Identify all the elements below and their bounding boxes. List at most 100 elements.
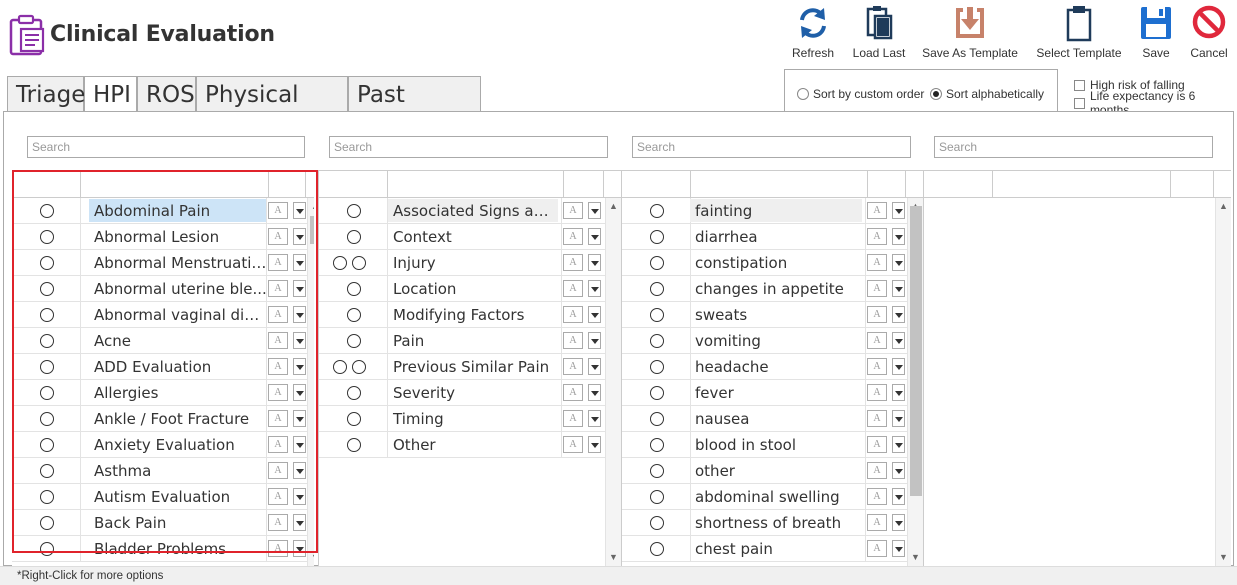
note-icon[interactable]: A xyxy=(268,384,288,401)
note-icon[interactable]: A xyxy=(563,306,583,323)
list-item[interactable]: Bladder Problems A xyxy=(12,536,307,562)
select-circle-icon[interactable] xyxy=(40,204,54,218)
list-item[interactable]: Abdominal Pain A xyxy=(12,198,307,224)
vertical-scrollbar[interactable]: ▲▼ xyxy=(907,198,923,567)
chevron-down-icon[interactable] xyxy=(892,488,905,505)
chevron-down-icon[interactable] xyxy=(892,280,905,297)
select-circle-icon[interactable] xyxy=(650,516,664,530)
chevron-down-icon[interactable] xyxy=(892,384,905,401)
select-circle-icon[interactable] xyxy=(650,308,664,322)
sort-alpha-radio[interactable]: Sort alphabetically xyxy=(930,87,1044,101)
chevron-down-icon[interactable] xyxy=(892,254,905,271)
tab-triage[interactable]: Triage xyxy=(7,76,85,112)
refresh-button[interactable]: Refresh xyxy=(790,4,836,64)
note-icon[interactable]: A xyxy=(867,280,887,297)
list-item[interactable]: constipation A xyxy=(622,250,907,276)
list-item[interactable]: Abnormal Lesion A xyxy=(12,224,307,250)
note-icon[interactable]: A xyxy=(867,358,887,375)
cancel-button[interactable]: Cancel xyxy=(1188,4,1230,64)
note-icon[interactable]: A xyxy=(867,228,887,245)
note-icon[interactable]: A xyxy=(563,358,583,375)
chevron-down-icon[interactable] xyxy=(293,332,306,349)
note-icon[interactable]: A xyxy=(268,358,288,375)
select-circle-icon[interactable] xyxy=(352,360,366,374)
list-item[interactable]: chest pain A xyxy=(622,536,907,562)
chevron-down-icon[interactable] xyxy=(293,254,306,271)
list-item[interactable]: Abnormal vaginal disc... A xyxy=(12,302,307,328)
scroll-up-icon[interactable]: ▲ xyxy=(609,201,618,211)
note-icon[interactable]: A xyxy=(268,254,288,271)
list-item[interactable]: nausea A xyxy=(622,406,907,432)
note-icon[interactable]: A xyxy=(268,410,288,427)
select-circle-icon[interactable] xyxy=(347,230,361,244)
select-circle-icon[interactable] xyxy=(40,308,54,322)
list-item[interactable]: Anxiety Evaluation A xyxy=(12,432,307,458)
note-icon[interactable]: A xyxy=(268,540,288,557)
select-circle-icon[interactable] xyxy=(650,438,664,452)
chevron-down-icon[interactable] xyxy=(293,488,306,505)
chevron-down-icon[interactable] xyxy=(293,228,306,245)
select-circle-icon[interactable] xyxy=(650,230,664,244)
list-item[interactable]: sweats A xyxy=(622,302,907,328)
chevron-down-icon[interactable] xyxy=(588,254,601,271)
list-item[interactable]: headache A xyxy=(622,354,907,380)
chevron-down-icon[interactable] xyxy=(293,436,306,453)
scroll-down-icon[interactable]: ▼ xyxy=(911,552,920,562)
list-item[interactable]: Ankle / Foot Fracture A xyxy=(12,406,307,432)
list-item[interactable]: Asthma A xyxy=(12,458,307,484)
scroll-thumb[interactable] xyxy=(910,206,922,496)
note-icon[interactable]: A xyxy=(563,280,583,297)
tab-past-history[interactable]: Past History xyxy=(348,76,481,144)
scroll-thumb[interactable] xyxy=(310,216,314,244)
tab-ros[interactable]: ROS xyxy=(137,76,196,112)
select-circle-icon[interactable] xyxy=(333,256,347,270)
chevron-down-icon[interactable] xyxy=(293,306,306,323)
select-circle-icon[interactable] xyxy=(347,438,361,452)
select-circle-icon[interactable] xyxy=(650,360,664,374)
scroll-up-icon[interactable]: ▲ xyxy=(311,201,314,211)
select-circle-icon[interactable] xyxy=(40,256,54,270)
select-circle-icon[interactable] xyxy=(650,464,664,478)
note-icon[interactable]: A xyxy=(867,332,887,349)
select-circle-icon[interactable] xyxy=(650,542,664,556)
chevron-down-icon[interactable] xyxy=(293,358,306,375)
select-circle-icon[interactable] xyxy=(347,308,361,322)
chevron-down-icon[interactable] xyxy=(588,306,601,323)
select-circle-icon[interactable] xyxy=(352,256,366,270)
life-expectancy-checkbox[interactable]: Life expectancy is 6 months xyxy=(1074,89,1237,117)
list-item[interactable]: changes in appetite A xyxy=(622,276,907,302)
select-template-button[interactable]: Select Template xyxy=(1034,4,1124,64)
select-circle-icon[interactable] xyxy=(333,360,347,374)
vertical-scrollbar[interactable]: ▲▼ xyxy=(307,198,314,567)
chevron-down-icon[interactable] xyxy=(293,410,306,427)
note-icon[interactable]: A xyxy=(563,254,583,271)
tab-physical-exam[interactable]: Physical Exam xyxy=(196,76,348,144)
list-item[interactable]: blood in stool A xyxy=(622,432,907,458)
list-item[interactable]: Timing A xyxy=(319,406,605,432)
list-item[interactable]: Abnormal Menstruation A xyxy=(12,250,307,276)
select-circle-icon[interactable] xyxy=(650,490,664,504)
note-icon[interactable]: A xyxy=(867,462,887,479)
chevron-down-icon[interactable] xyxy=(588,332,601,349)
note-icon[interactable]: A xyxy=(268,514,288,531)
chevron-down-icon[interactable] xyxy=(588,280,601,297)
note-icon[interactable]: A xyxy=(867,254,887,271)
chevron-down-icon[interactable] xyxy=(588,410,601,427)
chevron-down-icon[interactable] xyxy=(892,436,905,453)
scroll-down-icon[interactable]: ▼ xyxy=(1219,552,1228,562)
load-last-button[interactable]: Load Last xyxy=(851,4,907,64)
list-item[interactable]: fever A xyxy=(622,380,907,406)
note-icon[interactable]: A xyxy=(268,332,288,349)
list-item[interactable]: Injury A xyxy=(319,250,605,276)
note-icon[interactable]: A xyxy=(563,384,583,401)
note-icon[interactable]: A xyxy=(867,488,887,505)
save-as-template-button[interactable]: Save As Template xyxy=(921,4,1019,64)
note-icon[interactable]: A xyxy=(268,306,288,323)
note-icon[interactable]: A xyxy=(268,202,288,219)
select-circle-icon[interactable] xyxy=(347,412,361,426)
select-circle-icon[interactable] xyxy=(40,464,54,478)
note-icon[interactable]: A xyxy=(563,228,583,245)
select-circle-icon[interactable] xyxy=(347,334,361,348)
vertical-scrollbar[interactable]: ▲▼ xyxy=(605,198,621,567)
note-icon[interactable]: A xyxy=(268,228,288,245)
